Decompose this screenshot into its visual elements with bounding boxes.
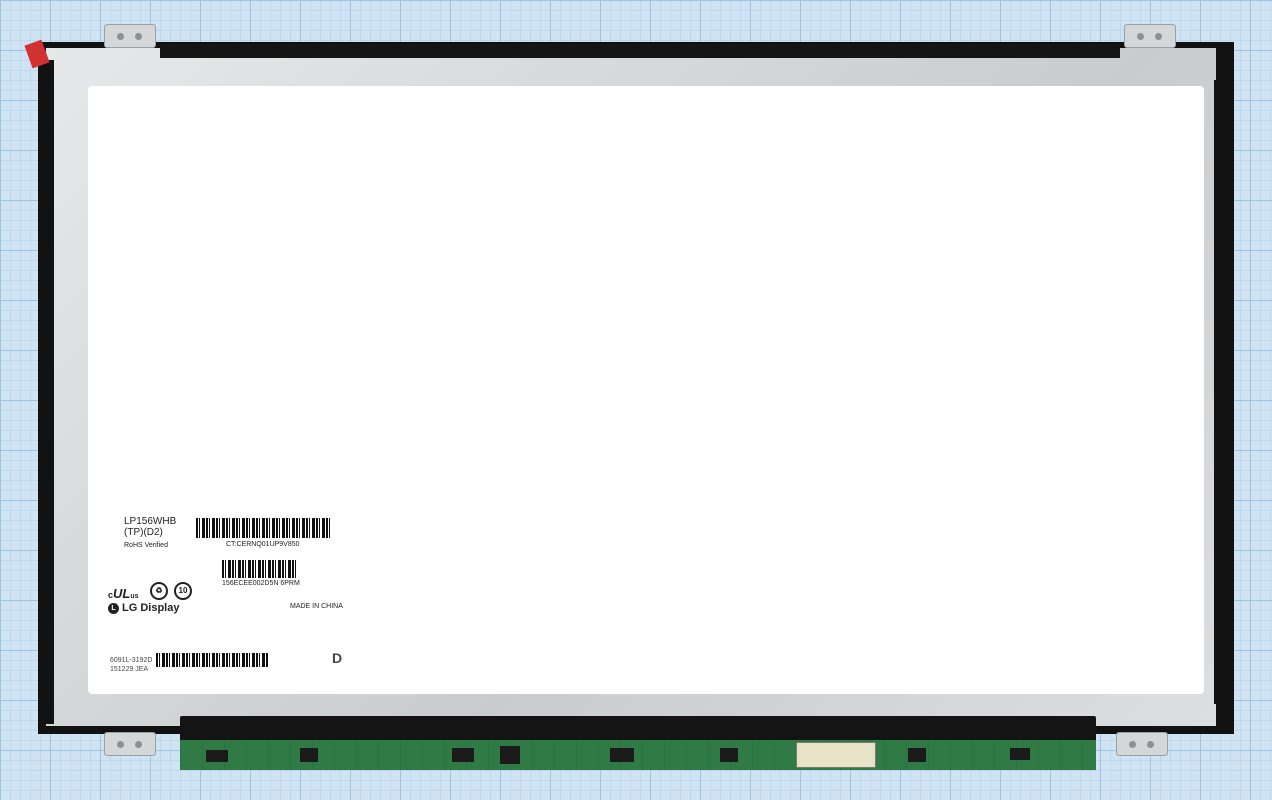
lg-circle-icon: L bbox=[108, 602, 119, 614]
mount-tab-top-left bbox=[104, 24, 156, 48]
model-line-1: LP156WHB bbox=[124, 516, 177, 527]
right-black-strip bbox=[1214, 80, 1232, 704]
pcb-chip bbox=[720, 748, 738, 762]
ul-us-mark: us bbox=[130, 593, 139, 600]
barcode-3 bbox=[156, 653, 268, 667]
model-number: LP156WHB (TP)(D2) bbox=[124, 516, 176, 538]
ul-logo: UL bbox=[113, 586, 131, 601]
pcb-chip bbox=[300, 748, 318, 762]
pcb-chip bbox=[206, 750, 228, 762]
barcode-1 bbox=[196, 518, 330, 538]
pcb-chip bbox=[452, 748, 474, 762]
screw-hole bbox=[1137, 33, 1144, 40]
screw-hole bbox=[117, 33, 124, 40]
lg-display-logo: L LG Display bbox=[108, 602, 179, 614]
screw-hole bbox=[1129, 741, 1136, 748]
barcode-2-text: 156ECEE002D5N 6PRM bbox=[222, 580, 300, 587]
mount-tab-bottom-right bbox=[1116, 732, 1168, 756]
pcb-chip bbox=[500, 746, 520, 764]
pcb-chip bbox=[908, 748, 926, 762]
origin-text: MADE IN CHINA bbox=[290, 603, 343, 610]
screw-hole bbox=[1155, 33, 1162, 40]
barcode-1-text: CT:CERNQ01UP9V850 bbox=[226, 541, 300, 548]
production-codes: 6091L-3192D 151229 JEA bbox=[110, 656, 152, 674]
screw-hole bbox=[1147, 741, 1154, 748]
screw-hole bbox=[135, 33, 142, 40]
left-black-strip bbox=[38, 60, 54, 724]
mount-tab-top-right bbox=[1124, 24, 1176, 48]
pcb-chip bbox=[1010, 748, 1030, 760]
ten-year-icon: 10 bbox=[174, 582, 192, 600]
barcode-2 bbox=[222, 560, 296, 578]
screw-hole bbox=[135, 741, 142, 748]
display-area bbox=[88, 86, 1204, 694]
model-line-2: (TP)(D2) bbox=[124, 527, 163, 538]
code-line-2: 151229 JEA bbox=[110, 666, 149, 673]
top-black-strip bbox=[160, 44, 1120, 58]
rohs-text: RoHS Verified bbox=[124, 542, 168, 549]
ul-certification-icon: cULus bbox=[108, 586, 139, 601]
revision-letter: D bbox=[332, 650, 343, 666]
pcb-chip bbox=[610, 748, 634, 762]
screw-hole bbox=[117, 741, 124, 748]
recycle-certification-icon: ♻ bbox=[150, 582, 168, 600]
lg-brand-text: LG Display bbox=[122, 602, 180, 614]
code-line-1: 6091L-3192D bbox=[110, 657, 153, 664]
lvds-connector bbox=[796, 742, 876, 768]
mount-tab-bottom-left bbox=[104, 732, 156, 756]
